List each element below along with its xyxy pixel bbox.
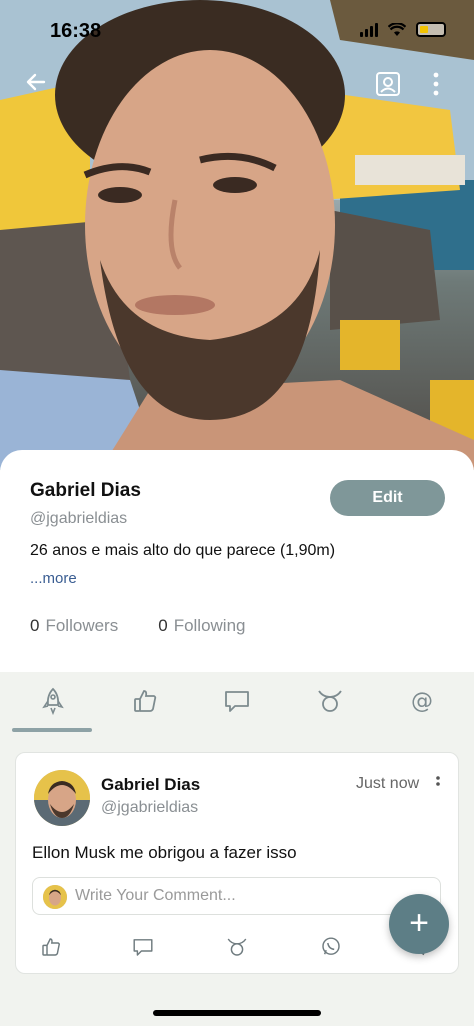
- comment-button[interactable]: [130, 935, 156, 959]
- post-card: Gabriel Dias @jgabrieldias Just now Ello…: [15, 752, 459, 974]
- following-label: Following: [173, 616, 246, 635]
- profile-stats: 0 Followers 0 Following: [30, 616, 246, 636]
- home-indicator: [153, 1010, 321, 1016]
- comment-box[interactable]: [32, 877, 441, 915]
- kebab-icon: [436, 776, 440, 786]
- tab-mentions[interactable]: @: [407, 686, 437, 716]
- comment-icon: [133, 939, 153, 956]
- active-tab-indicator: [12, 728, 92, 732]
- comment-input[interactable]: [75, 884, 375, 908]
- wifi-icon: [388, 22, 406, 36]
- taurus-icon: [227, 938, 247, 956]
- post-timestamp: Just now: [356, 775, 420, 792]
- contact-card-icon: [376, 72, 400, 96]
- following-count: 0: [158, 616, 168, 635]
- following-stat[interactable]: 0 Following: [158, 616, 245, 636]
- tab-taurus[interactable]: [315, 686, 345, 716]
- bio-more-link[interactable]: ...more: [30, 570, 77, 587]
- post-more-button[interactable]: [433, 775, 443, 793]
- battery-icon: [416, 22, 446, 37]
- profile-bio: 26 anos e mais alto do que parece (1,90m…: [30, 542, 336, 559]
- followers-label: Followers: [45, 616, 119, 635]
- like-button[interactable]: [38, 935, 64, 959]
- contact-card-button[interactable]: [374, 70, 402, 98]
- edit-profile-button[interactable]: Edit: [330, 480, 445, 516]
- whatsapp-icon: [322, 937, 340, 955]
- profile-tabs: @: [0, 672, 474, 734]
- tab-comments[interactable]: [222, 686, 252, 716]
- followers-count: 0: [30, 616, 40, 635]
- more-options-button[interactable]: [428, 70, 444, 98]
- new-post-button[interactable]: +: [389, 894, 449, 954]
- thumbs-up-icon: [42, 938, 60, 956]
- back-button[interactable]: [24, 70, 52, 98]
- post-author-avatar[interactable]: [34, 770, 90, 826]
- whatsapp-share-button[interactable]: [318, 935, 344, 959]
- comment-icon: [225, 691, 249, 712]
- status-time: 16:38: [50, 20, 102, 42]
- taurus-button[interactable]: [224, 935, 250, 959]
- post-author-handle: @jgabrieldias: [101, 799, 199, 816]
- arrow-left-icon: [26, 73, 46, 91]
- post-text: Ellon Musk me obrigou a fazer isso: [32, 843, 297, 862]
- profile-card: Gabriel Dias @jgabrieldias 26 anos e mai…: [0, 450, 474, 672]
- followers-stat[interactable]: 0 Followers: [30, 616, 118, 636]
- post-author-name[interactable]: Gabriel Dias: [101, 775, 200, 795]
- tab-likes[interactable]: [130, 686, 160, 716]
- svg-text:@: @: [411, 689, 433, 714]
- rocket-icon: [42, 687, 64, 716]
- taurus-icon: [318, 690, 342, 712]
- signal-icon: [360, 22, 378, 37]
- status-bar: 16:38: [0, 0, 474, 56]
- comment-avatar: [43, 885, 67, 909]
- status-icons: [360, 22, 446, 37]
- cover-photo: [0, 0, 474, 470]
- thumbs-up-icon: [134, 690, 157, 712]
- at-icon: @: [411, 689, 433, 714]
- kebab-icon: [433, 72, 439, 96]
- tab-posts[interactable]: [38, 686, 68, 716]
